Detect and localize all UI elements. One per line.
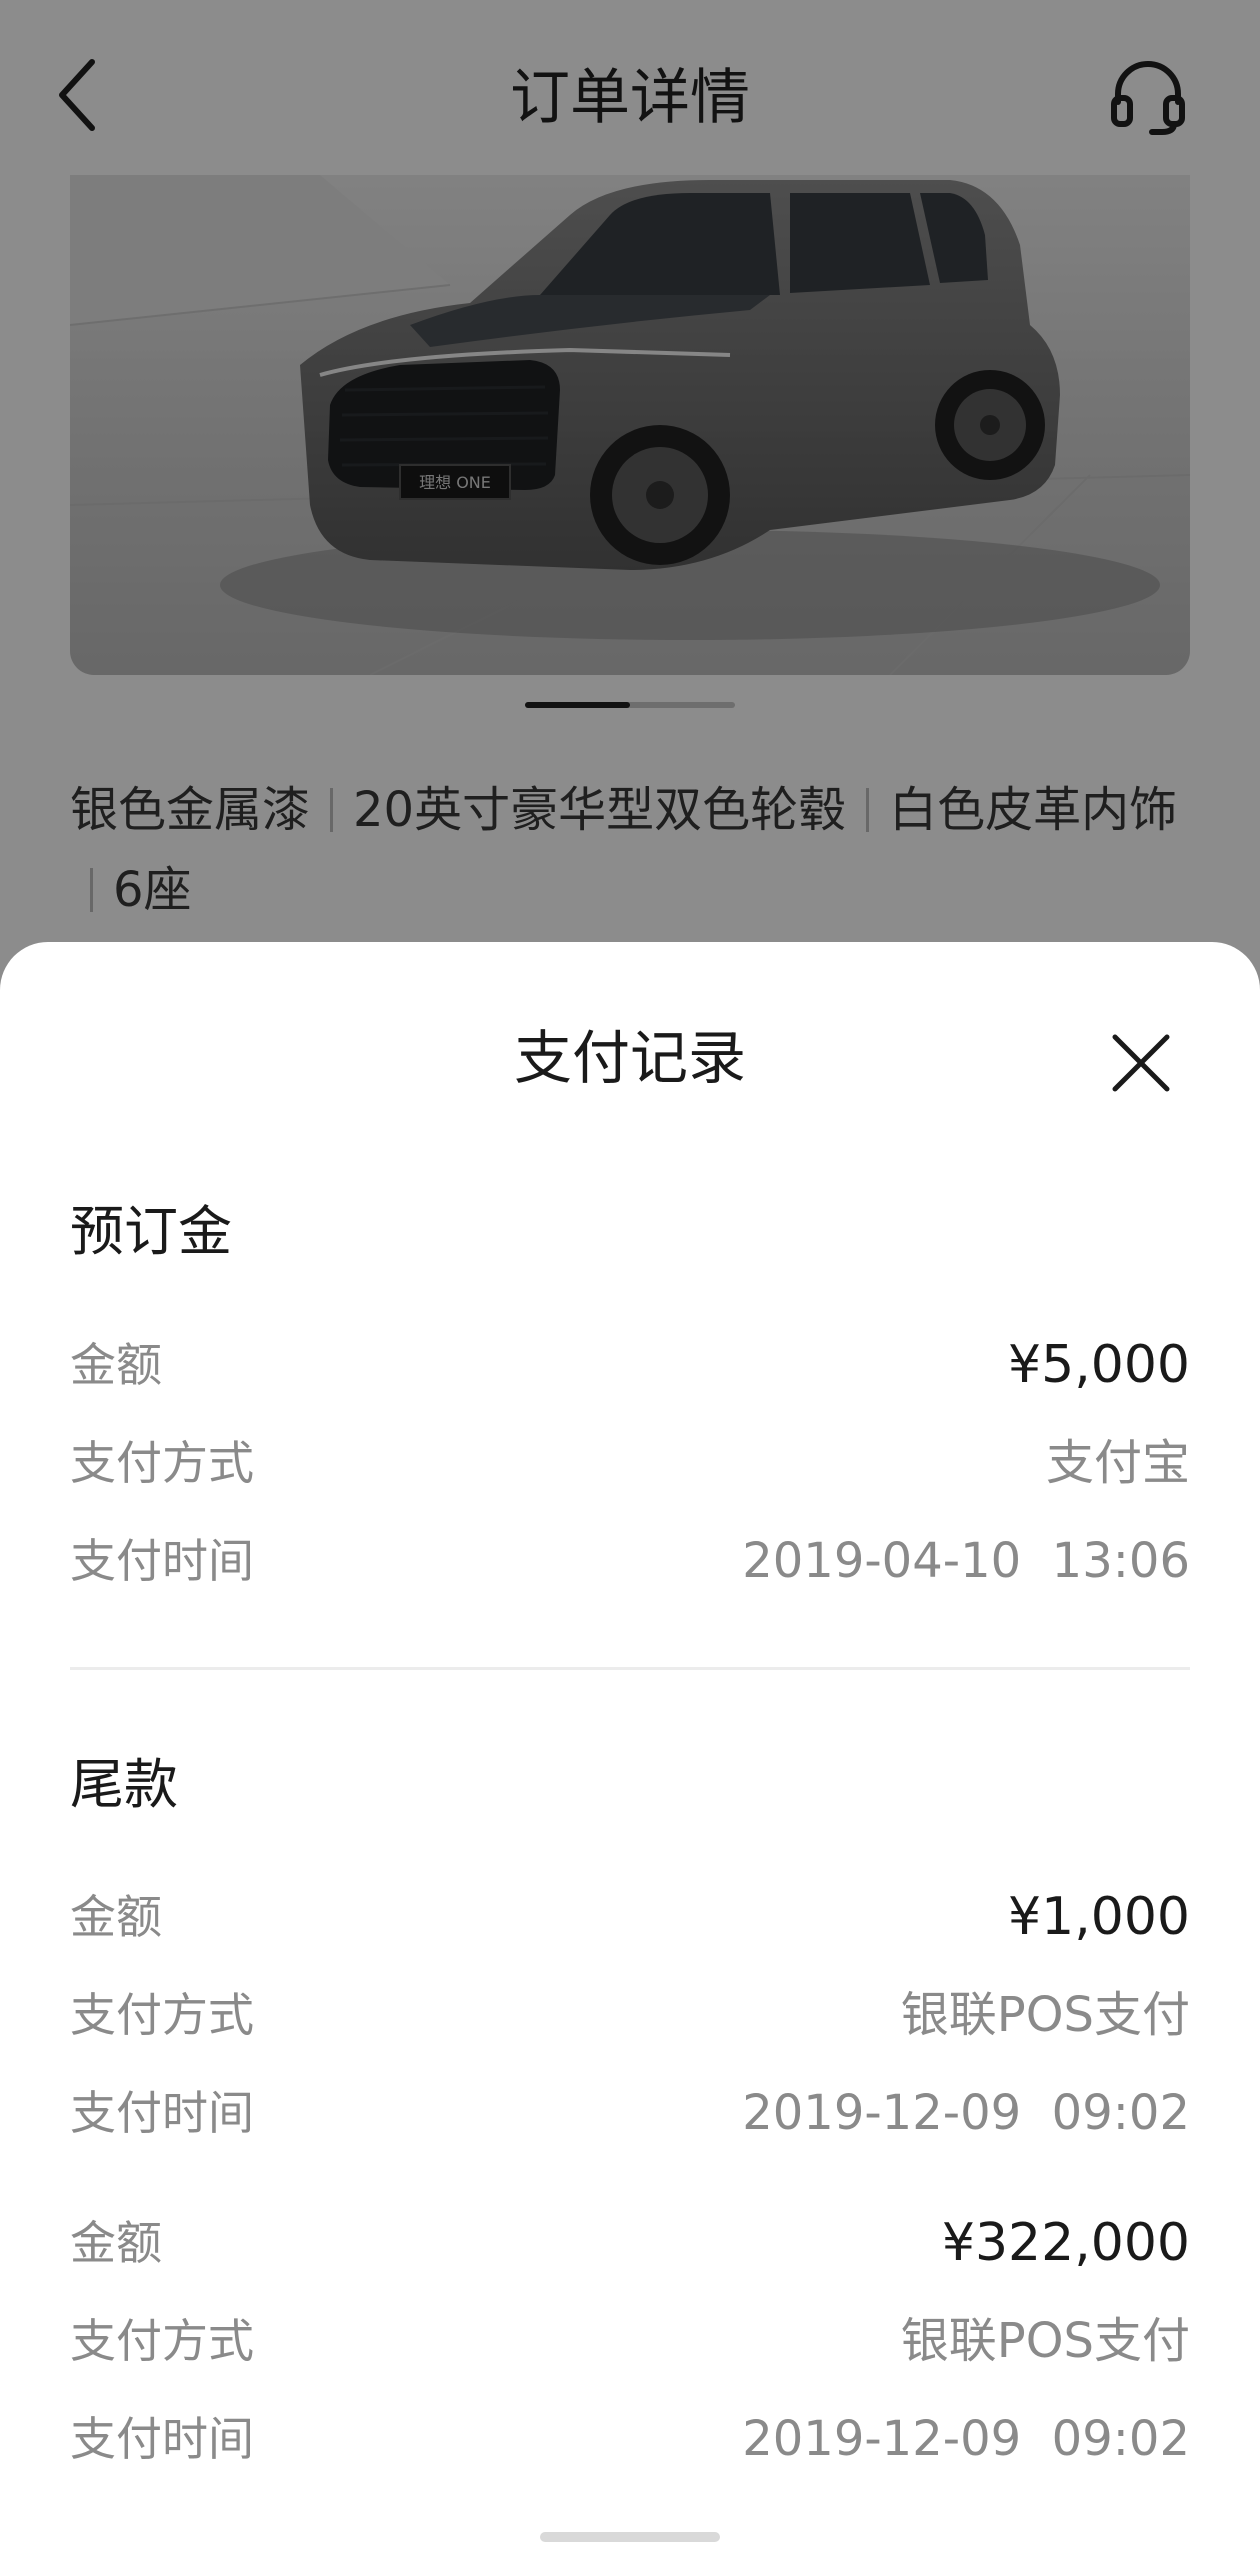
payment-time-value: 2019-04-10 13:06	[742, 1533, 1190, 1589]
payment-time-value: 2019-12-09 09:02	[742, 2411, 1190, 2467]
amount-label: 金额	[70, 1338, 162, 1392]
payment-method-label: 支付方式	[70, 1436, 254, 1490]
section-divider	[70, 1667, 1190, 1670]
payment-method-row: 支付方式 银联POS支付	[70, 2308, 1190, 2374]
payment-method-value: 银联POS支付	[900, 1987, 1190, 2043]
amount-value: ¥1,000	[1008, 1887, 1190, 1947]
amount-row: 金额 ¥1,000	[70, 1884, 1190, 1950]
payment-method-value: 支付宝	[1045, 1435, 1190, 1491]
amount-label: 金额	[70, 2216, 162, 2270]
payment-time-row: 支付时间 2019-12-09 09:02	[70, 2406, 1190, 2472]
payment-method-row: 支付方式 银联POS支付	[70, 1982, 1190, 2048]
payment-method-row: 支付方式 支付宝	[70, 1430, 1190, 1496]
amount-value: ¥5,000	[1008, 1335, 1190, 1395]
amount-row: 金额 ¥322,000	[70, 2210, 1190, 2276]
screen: 订单详情 理想 ONE 银色金属漆 20英寸豪华型双色轮毂 白色皮革内饰6座 支…	[0, 0, 1260, 2560]
payment-time-label: 支付时间	[70, 1534, 254, 1588]
amount-value: ¥322,000	[941, 2213, 1190, 2273]
amount-label: 金额	[70, 1890, 162, 1944]
payment-method-label: 支付方式	[70, 1988, 254, 2042]
payment-records-sheet: 支付记录 预订金 金额 ¥5,000 支付方式 支付宝 支付时间 2019-04…	[0, 942, 1260, 2560]
payment-method-value: 银联POS支付	[900, 2313, 1190, 2369]
sheet-title: 支付记录	[513, 1024, 746, 1092]
amount-row: 金额 ¥5,000	[70, 1332, 1190, 1398]
payment-time-row: 支付时间 2019-12-09 09:02	[70, 2080, 1190, 2146]
home-indicator	[540, 2532, 720, 2542]
section-title-final-payment: 尾款	[70, 1753, 178, 1816]
section-title-deposit: 预订金	[70, 1200, 232, 1263]
payment-time-row: 支付时间 2019-04-10 13:06	[70, 1528, 1190, 1594]
payment-time-value: 2019-12-09 09:02	[742, 2085, 1190, 2141]
payment-time-label: 支付时间	[70, 2412, 254, 2466]
payment-time-label: 支付时间	[70, 2086, 254, 2140]
close-icon[interactable]	[1105, 1027, 1177, 1099]
payment-method-label: 支付方式	[70, 2314, 254, 2368]
